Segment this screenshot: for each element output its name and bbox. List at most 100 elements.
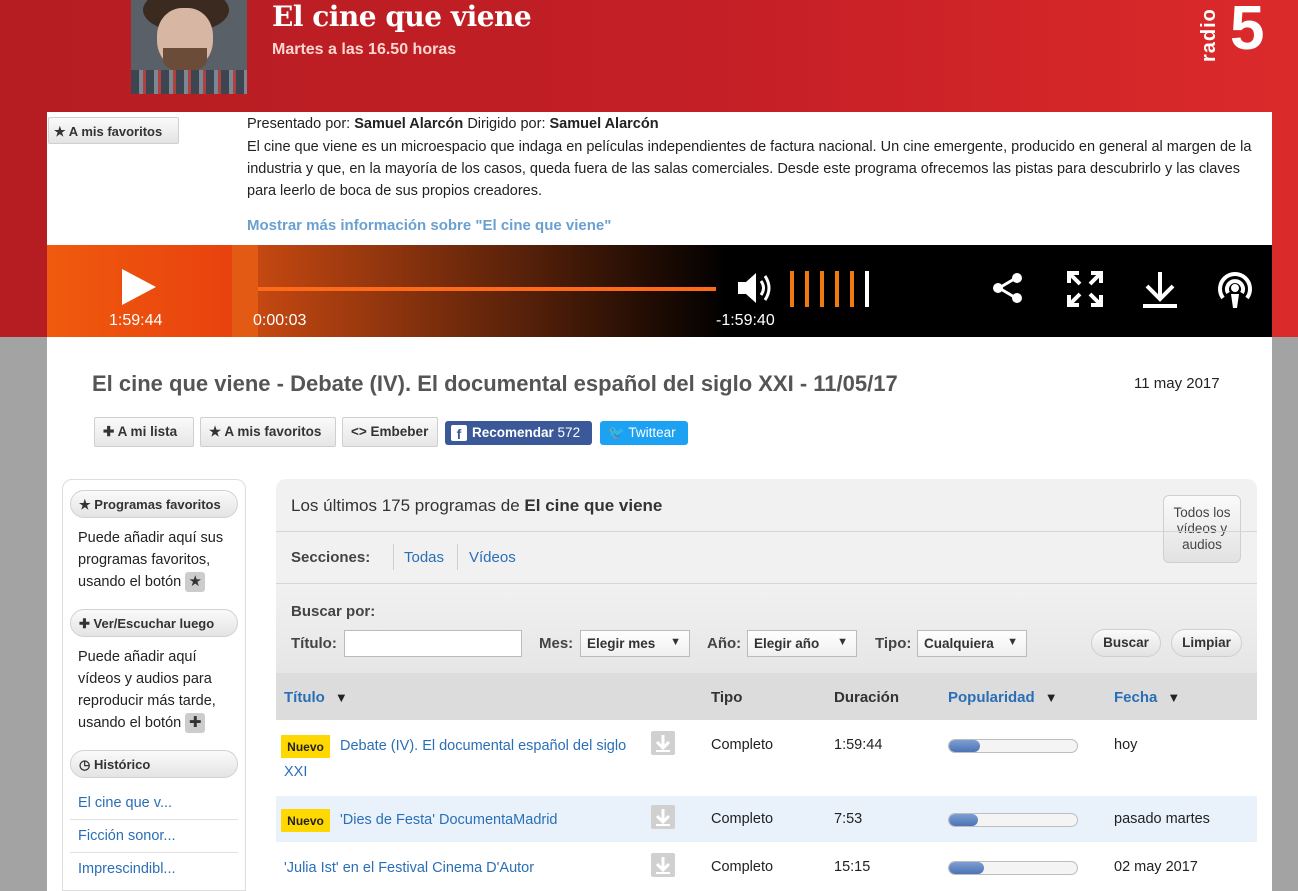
divider xyxy=(70,852,238,853)
elapsed-time: 0:00:03 xyxy=(253,312,307,329)
listing-title-prefix: Los últimos 175 programas de xyxy=(291,496,520,515)
clear-button[interactable]: Limpiar xyxy=(1171,629,1242,657)
popularity-column-label: Popularidad xyxy=(948,689,1035,706)
fullscreen-icon[interactable] xyxy=(1066,270,1104,308)
facebook-recommend-button[interactable]: f Recomendar 572 xyxy=(445,421,592,445)
clock-icon: ◷ xyxy=(79,757,91,772)
volume-bar[interactable] xyxy=(790,271,794,307)
directed-by-label: Dirigido por: xyxy=(467,116,546,132)
progress-line[interactable] xyxy=(258,287,716,291)
type-filter-label: Tipo: xyxy=(875,635,912,652)
program-credits: Presentado por: Samuel Alarcón Dirigido … xyxy=(247,116,659,132)
search-button[interactable]: Buscar xyxy=(1091,629,1161,657)
add-favorites-button[interactable]: ★ A mis favoritos xyxy=(48,117,179,144)
twitter-label: Twittear xyxy=(628,425,676,440)
episode-link[interactable]: 'Julia Ist' en el Festival Cinema D'Auto… xyxy=(284,855,534,881)
favorites-programs-title: Programas favoritos xyxy=(94,497,221,512)
twitter-icon: 🐦 xyxy=(608,425,625,440)
episode-title: El cine que viene - Debate (IV). El docu… xyxy=(92,371,898,396)
embed-button[interactable]: <> Embeber xyxy=(342,417,438,447)
type-column-header: Tipo xyxy=(711,689,743,706)
add-to-list-button[interactable]: ✚ A mi lista xyxy=(94,417,194,447)
plus-icon: ✚ xyxy=(79,616,90,631)
download-icon[interactable] xyxy=(1140,270,1180,310)
sort-by-popularity[interactable]: Popularidad ▼ xyxy=(948,689,1058,706)
history-item[interactable]: Imprescindibl... xyxy=(78,861,176,877)
star-icon: ★ xyxy=(79,497,91,512)
year-filter-label: Año: xyxy=(707,635,742,652)
plus-icon: ✚ xyxy=(185,713,206,734)
episode-duration: 7:53 xyxy=(834,811,863,827)
month-select[interactable]: Elegir mes ▼ xyxy=(580,630,690,657)
title-filter-label: Título: xyxy=(291,635,337,652)
sort-by-title[interactable]: Título ▼ xyxy=(284,689,348,706)
dropdown-arrow-icon: ▼ xyxy=(1007,636,1018,648)
station-logo-label: radio xyxy=(1198,8,1220,62)
volume-bar[interactable] xyxy=(850,271,854,307)
episode-type: Completo xyxy=(711,859,774,875)
volume-bar[interactable] xyxy=(820,271,824,307)
volume-bar[interactable] xyxy=(865,271,869,307)
program-description: El cine que viene es un microespacio que… xyxy=(247,139,1252,199)
watch-later-header[interactable]: ✚ Ver/Escuchar luego xyxy=(70,609,238,637)
section-videos-link[interactable]: Vídeos xyxy=(469,549,516,566)
type-select[interactable]: Cualquiera ▼ xyxy=(917,630,1027,657)
volume-icon[interactable] xyxy=(736,270,774,306)
history-header[interactable]: ◷ Histórico xyxy=(70,750,238,778)
star-icon: ★ xyxy=(209,424,222,439)
add-to-list-label: A mi lista xyxy=(117,424,178,439)
remaining-time: -1:59:40 xyxy=(716,312,775,329)
episode-type: Completo xyxy=(711,737,774,753)
total-duration: 1:59:44 xyxy=(109,312,163,329)
episode-duration: 15:15 xyxy=(834,859,871,875)
facebook-icon: f xyxy=(451,425,467,442)
date-column-label: Fecha xyxy=(1114,689,1158,706)
download-icon[interactable] xyxy=(651,805,675,829)
history-title: Histórico xyxy=(93,757,151,772)
sections-label: Secciones: xyxy=(291,549,371,566)
history-item[interactable]: Ficción sonor... xyxy=(78,828,176,844)
search-by-label: Buscar por: xyxy=(291,603,376,620)
new-badge: Nuevo xyxy=(281,809,330,832)
sort-arrow-icon: ▼ xyxy=(334,690,348,705)
history-item[interactable]: El cine que v... xyxy=(78,795,172,811)
twitter-button[interactable]: 🐦 Twittear xyxy=(600,421,688,445)
program-title[interactable]: El cine que viene xyxy=(272,0,532,33)
more-info-link[interactable]: Mostrar más información sobre "El cine q… xyxy=(247,217,611,234)
download-icon[interactable] xyxy=(651,731,675,755)
progress-track[interactable] xyxy=(258,245,728,337)
share-icon[interactable] xyxy=(990,270,1026,306)
popularity-fill xyxy=(949,814,979,826)
title-search-input[interactable] xyxy=(344,630,522,657)
play-icon[interactable] xyxy=(122,269,156,305)
sort-by-date[interactable]: Fecha ▼ xyxy=(1114,689,1180,706)
add-favorites-label: A mis favoritos xyxy=(68,124,163,139)
star-icon: ★ xyxy=(185,572,206,593)
year-select[interactable]: Elegir año ▼ xyxy=(747,630,857,657)
program-schedule: Martes a las 16.50 horas xyxy=(272,41,457,58)
download-icon[interactable] xyxy=(651,853,675,877)
episode-link[interactable]: 'Dies de Festa' DocumentaMadrid xyxy=(340,807,558,833)
code-icon: <> xyxy=(351,424,367,439)
popularity-fill xyxy=(949,740,980,752)
episode-link[interactable]: Debate (IV). El documental español del s… xyxy=(284,733,644,785)
watch-later-help-text: Puede añadir aquí vídeos y audios para r… xyxy=(78,646,238,734)
year-select-value: Elegir año xyxy=(754,636,820,651)
recommend-label: Recomendar xyxy=(472,425,554,440)
director-name: Samuel Alarcón xyxy=(549,116,659,132)
volume-bar[interactable] xyxy=(835,271,839,307)
watch-later-title: Ver/Escuchar luego xyxy=(93,616,215,631)
recommend-count: 572 xyxy=(557,425,581,440)
favorites-programs-header[interactable]: ★ Programas favoritos xyxy=(70,490,238,518)
volume-bar[interactable] xyxy=(805,271,809,307)
section-all-link[interactable]: Todas xyxy=(404,549,444,566)
listing-title: Los últimos 175 programas de El cine que… xyxy=(291,496,662,516)
podcast-icon[interactable] xyxy=(1214,268,1256,310)
favorites-help-text: Puede añadir aquí sus programas favorito… xyxy=(78,527,238,593)
divider xyxy=(276,531,1257,532)
episode-favorites-button[interactable]: ★ A mis favoritos xyxy=(200,417,336,447)
popularity-bar xyxy=(948,813,1078,827)
duration-column-header: Duración xyxy=(834,689,900,706)
all-videos-audios-button[interactable]: Todos los vídeos y audios xyxy=(1163,495,1241,563)
star-icon: ★ xyxy=(54,124,66,139)
